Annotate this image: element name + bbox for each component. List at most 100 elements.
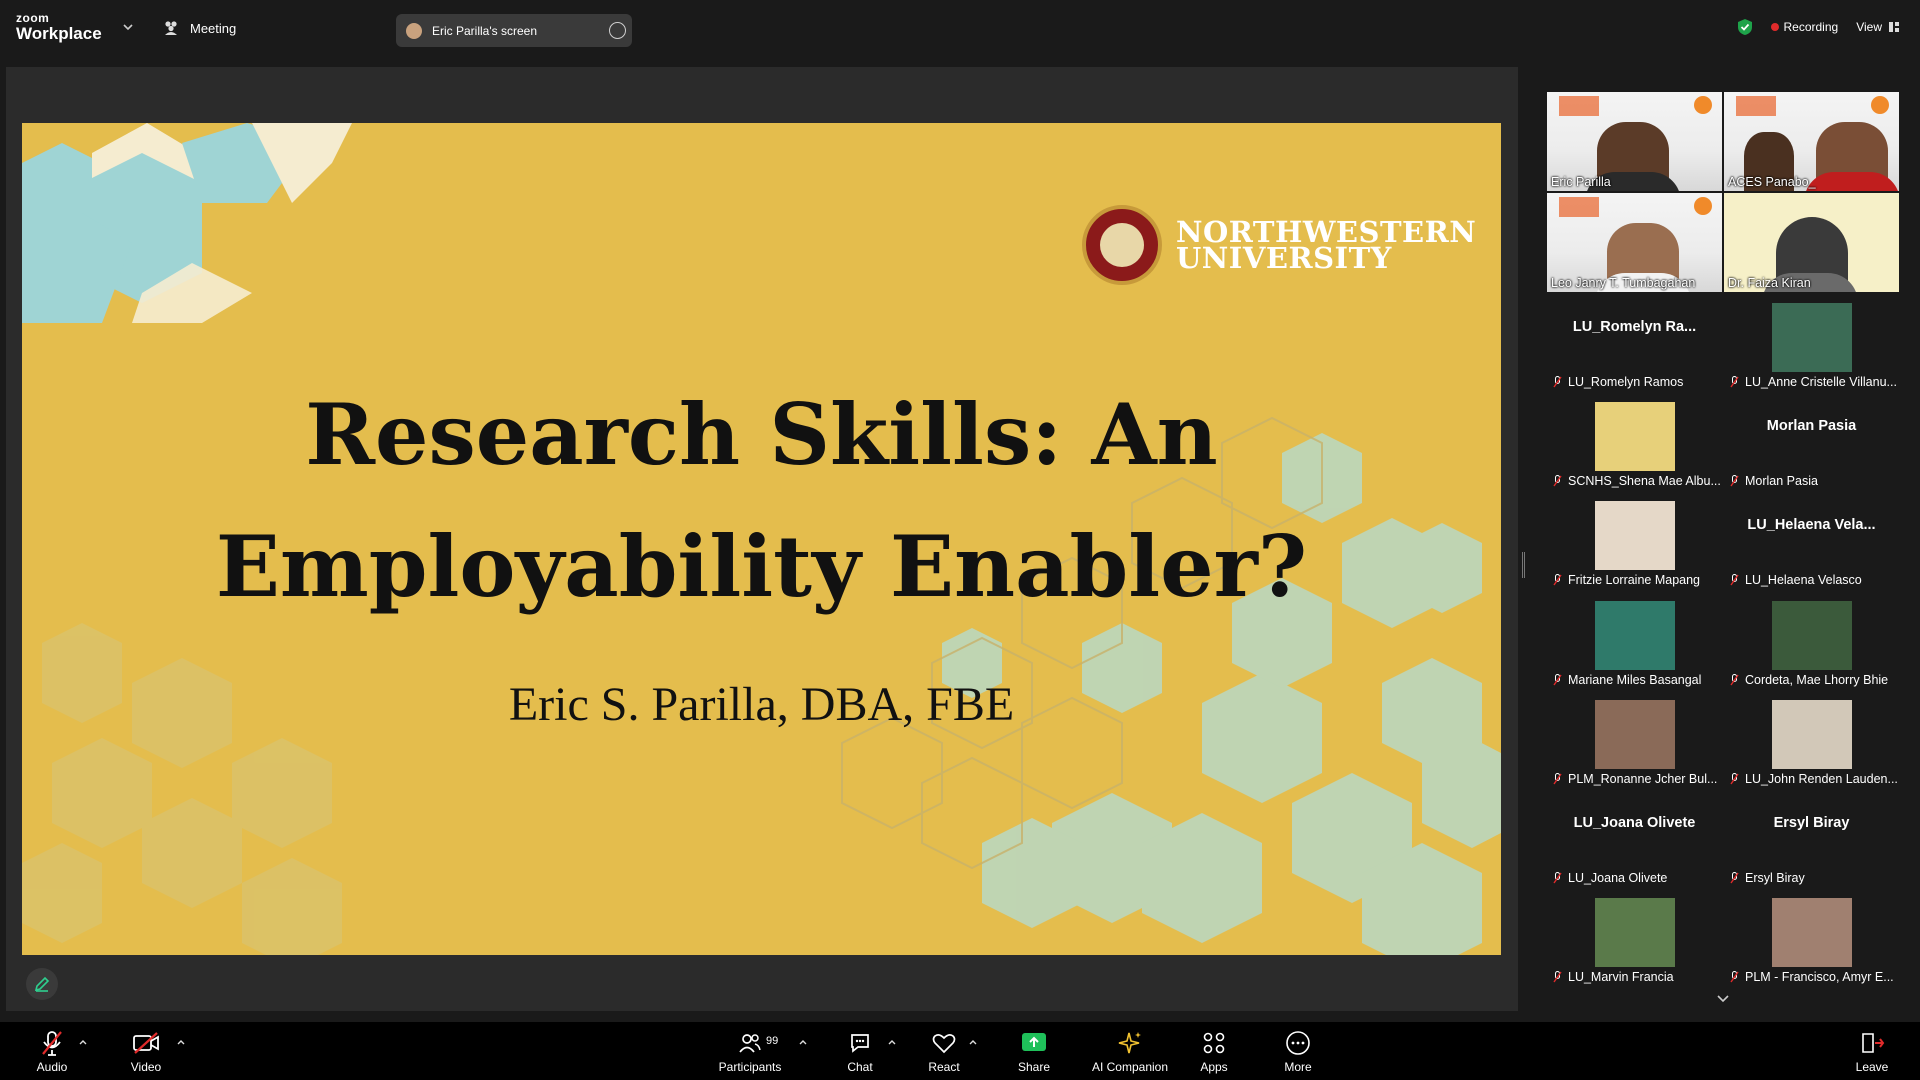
participant-name: Ersyl Biray <box>1745 871 1805 885</box>
chat-button[interactable]: Chat <box>842 1028 878 1074</box>
meeting-label: Meeting <box>190 20 237 36</box>
mic-muted-icon <box>1553 971 1562 983</box>
zoom-workplace-logo[interactable]: zoom Workplace <box>16 12 102 42</box>
react-button[interactable]: React <box>924 1028 964 1074</box>
sparkle-icon <box>1118 1032 1141 1054</box>
chevron-up-icon[interactable] <box>78 1038 88 1046</box>
participant-label: LU_Marvin Francia <box>1553 970 1674 984</box>
chevron-up-icon[interactable] <box>176 1038 186 1046</box>
participant-label: Mariane Miles Basangal <box>1553 673 1701 687</box>
participant-tile[interactable]: LU_Romelyn Ra... LU_Romelyn Ramos <box>1547 294 1722 393</box>
panel-resize-handle[interactable] <box>1522 552 1525 578</box>
participant-tile[interactable]: PLM - Francisco, Amyr E... <box>1724 889 1899 989</box>
participant-label: LU_John Renden Lauden... <box>1730 772 1898 786</box>
video-tile[interactable]: Dr. Faiza Kiran <box>1724 193 1899 292</box>
recording-indicator[interactable]: Recording <box>1765 20 1845 34</box>
people-icon <box>165 21 177 35</box>
apps-button[interactable]: Apps <box>1196 1028 1232 1074</box>
video-tile-name: ACES Panabo_ <box>1728 175 1816 189</box>
northwestern-university-logo: NORTHWESTERN UNIVERSITY <box>1082 205 1476 285</box>
participant-tile[interactable]: LU_Joana Olivete LU_Joana Olivete <box>1547 790 1722 889</box>
participant-avatar <box>1772 898 1852 968</box>
scroll-down-chevron-icon[interactable] <box>1716 994 1730 1004</box>
mic-muted-icon <box>1553 772 1562 785</box>
participant-label: Cordeta, Mae Lhorry Bhie <box>1730 673 1888 687</box>
participant-tile[interactable]: Morlan Pasia Morlan Pasia <box>1724 393 1899 493</box>
participant-tile[interactable]: Fritzie Lorraine Mapang <box>1547 492 1722 592</box>
apps-icon <box>1203 1032 1225 1054</box>
participant-name: LU_Anne Cristelle Villanu... <box>1745 375 1897 389</box>
share-button[interactable]: Share <box>1014 1028 1054 1074</box>
participant-display-name: LU_Romelyn Ra... <box>1572 319 1697 335</box>
participant-tile[interactable]: LU_John Renden Lauden... <box>1724 690 1899 790</box>
video-tile[interactable]: Leo Janry T. Tumbagahan <box>1547 193 1722 292</box>
participant-tile[interactable]: LU_Helaena Vela... LU_Helaena Velasco <box>1724 492 1899 592</box>
record-dot-icon <box>1770 23 1779 31</box>
participant-name: PLM_Ronanne Jcher Bul... <box>1568 771 1718 786</box>
slide-title-line-1: Research Skills: An <box>305 385 1218 484</box>
slide-author: Eric S. Parilla, DBA, FBE <box>508 678 1015 731</box>
mic-muted-icon <box>1730 376 1739 388</box>
more-label: More <box>1284 1060 1312 1074</box>
audio-label: Audio <box>36 1060 68 1074</box>
ai-companion-button[interactable]: AI Companion <box>1088 1028 1172 1074</box>
mic-muted-icon <box>1553 872 1562 884</box>
leave-label: Leave <box>1855 1060 1889 1074</box>
participant-tile[interactable]: Ersyl Biray Ersyl Biray <box>1724 790 1899 889</box>
pencil-icon <box>34 976 50 992</box>
mic-muted-icon <box>1730 475 1739 487</box>
participant-label: SCNHS_Shena Mae Albu... <box>1553 474 1721 488</box>
share-screen-icon <box>1022 1033 1046 1051</box>
video-tile[interactable]: Eric Parilla <box>1547 92 1722 191</box>
participant-tile[interactable]: Cordeta, Mae Lhorry Bhie <box>1724 591 1899 691</box>
participants-count-badge: 99 <box>766 1035 779 1047</box>
participant-tile[interactable]: LU_Marvin Francia <box>1547 889 1722 989</box>
video-tile-name: Dr. Faiza Kiran <box>1728 276 1811 290</box>
mic-muted-icon <box>1730 872 1739 884</box>
more-button[interactable]: More <box>1278 1028 1318 1074</box>
chat-label: Chat <box>847 1060 873 1074</box>
participant-name: Fritzie Lorraine Mapang <box>1568 573 1701 588</box>
top-right-controls: Recording View <box>1737 18 1901 36</box>
video-button[interactable]: Video <box>124 1028 168 1074</box>
participant-name: SCNHS_Shena Mae Albu... <box>1568 474 1721 489</box>
mic-muted-icon <box>1730 772 1739 785</box>
participant-tile[interactable]: PLM_Ronanne Jcher Bul... <box>1547 690 1722 790</box>
grid-view-icon <box>1889 22 1899 32</box>
video-tile-name: Leo Janry T. Tumbagahan <box>1551 276 1696 290</box>
chevron-down-icon[interactable] <box>122 22 134 32</box>
chevron-up-icon[interactable] <box>968 1038 978 1046</box>
participant-label: PLM - Francisco, Amyr E... <box>1730 970 1894 984</box>
video-off-icon <box>133 1032 159 1054</box>
university-seal <box>1082 205 1162 285</box>
heart-icon <box>932 1034 956 1054</box>
leave-button[interactable]: Leave <box>1854 1028 1890 1074</box>
mic-muted-icon <box>1553 673 1562 685</box>
chevron-up-icon[interactable] <box>887 1038 897 1046</box>
video-tile-name: Eric Parilla <box>1551 175 1611 189</box>
view-button[interactable]: View <box>1856 20 1900 34</box>
annotate-button[interactable] <box>26 968 58 1000</box>
participant-tile[interactable]: LU_Anne Cristelle Villanu... <box>1724 294 1899 393</box>
participant-tile[interactable]: Mariane Miles Basangal <box>1547 591 1722 691</box>
participant-name: Mariane Miles Basangal <box>1568 672 1702 687</box>
participant-label: LU_Helaena Velasco <box>1730 573 1862 587</box>
participant-display-name: LU_Joana Olivete <box>1573 815 1696 831</box>
participant-label: Ersyl Biray <box>1730 871 1805 885</box>
participant-tile[interactable]: SCNHS_Shena Mae Albu... <box>1547 393 1722 493</box>
audio-button[interactable]: Audio <box>32 1028 72 1074</box>
share-label: Share <box>1017 1060 1051 1074</box>
participant-avatar <box>1595 898 1675 968</box>
more-options-icon[interactable] <box>609 22 626 39</box>
video-tile[interactable]: ACES Panabo_ <box>1724 92 1899 191</box>
screen-share-indicator[interactable]: Eric Parilla's screen <box>396 14 632 47</box>
slide-title-line-2: Employability Enabler? <box>215 517 1308 616</box>
participant-avatar <box>1595 600 1675 670</box>
mic-muted-icon <box>1730 574 1739 586</box>
chevron-up-icon[interactable] <box>798 1038 808 1046</box>
participant-avatar <box>1772 699 1852 769</box>
participant-avatar <box>1595 402 1675 472</box>
leave-icon <box>1862 1033 1885 1053</box>
shield-check-icon[interactable] <box>1737 18 1753 36</box>
meeting-button[interactable]: Meeting <box>162 20 236 36</box>
